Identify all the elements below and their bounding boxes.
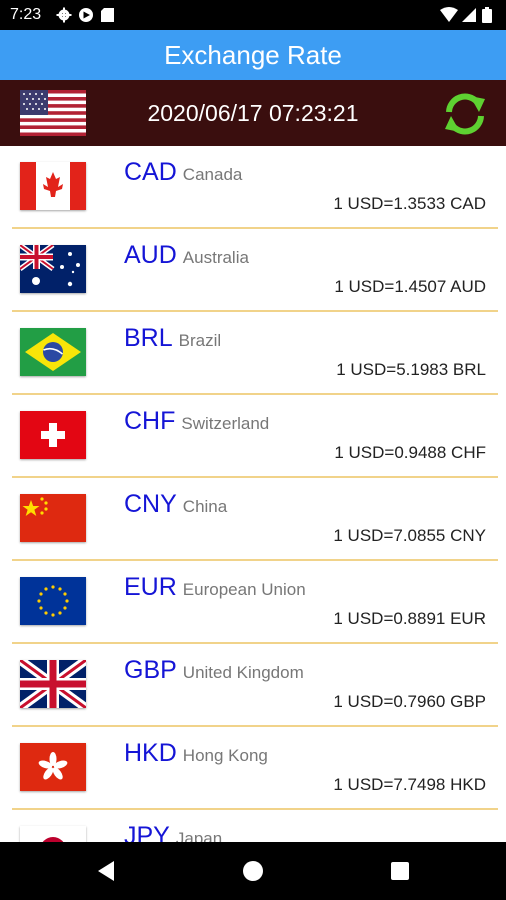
list-item[interactable]: HKD Hong Kong 1 USD=7.7498 HKD: [0, 727, 506, 810]
status-icons-left: [56, 7, 120, 28]
header-bar: 2020/06/17 07:23:21: [0, 80, 506, 146]
home-button[interactable]: [238, 856, 268, 886]
country-name: Australia: [182, 248, 249, 267]
currency-code: CNY China: [124, 490, 227, 519]
currency-code-text: HKD: [124, 739, 177, 767]
country-name: United Kingdom: [182, 663, 304, 682]
status-icons-right: [440, 7, 496, 28]
australia-flag-icon: [20, 245, 86, 293]
currency-code-text: CAD: [124, 158, 177, 186]
back-icon: [98, 861, 114, 881]
currency-code: GBP United Kingdom: [124, 656, 304, 685]
currency-code-text: BRL: [124, 324, 173, 352]
list-item[interactable]: AUD Australia 1 USD=1.4507 AUD: [0, 229, 506, 312]
japan-flag-icon: [20, 826, 86, 842]
app-title: Exchange Rate: [164, 40, 342, 70]
play-icon: [79, 8, 93, 22]
currency-code: CAD Canada: [124, 158, 242, 187]
country-name: Japan: [175, 829, 223, 842]
country-name: Brazil: [178, 331, 222, 350]
refresh-button[interactable]: [441, 90, 489, 138]
battery-icon: [482, 7, 492, 23]
sd-card-icon: [101, 8, 114, 22]
country-name: European Union: [182, 580, 306, 599]
currency-code: EUR European Union: [124, 573, 306, 602]
list-item[interactable]: EUR European Union 1 USD=0.8891 EUR: [0, 561, 506, 644]
currency-code-text: AUD: [124, 241, 177, 269]
exchange-rate: 1 USD=0.8891 EUR: [333, 609, 486, 628]
currency-code-text: JPY: [124, 822, 170, 842]
currency-code-text: EUR: [124, 573, 177, 601]
home-icon: [243, 861, 263, 881]
list-item[interactable]: GBP United Kingdom 1 USD=0.7960 GBP: [0, 644, 506, 727]
exchange-rate: 1 USD=0.7960 GBP: [333, 692, 486, 711]
recents-icon: [391, 862, 409, 880]
switzerland-flag-icon: [20, 411, 86, 459]
country-name: Canada: [182, 165, 243, 184]
list-item[interactable]: CAD Canada 1 USD=1.3533 CAD: [0, 146, 506, 229]
list-item[interactable]: CHF Switzerland 1 USD=0.9488 CHF: [0, 395, 506, 478]
brazil-flag-icon: [20, 328, 86, 376]
update-timestamp: 2020/06/17 07:23:21: [147, 100, 359, 126]
hong-kong-flag-icon: [20, 743, 86, 791]
list-item[interactable]: JPY Japan: [0, 810, 506, 842]
country-name: China: [182, 497, 228, 516]
currency-code: CHF Switzerland: [124, 407, 269, 436]
wifi-icon: [440, 7, 458, 22]
signal-icon: [462, 8, 476, 22]
exchange-rate: 1 USD=1.3533 CAD: [333, 194, 486, 213]
china-flag-icon: [20, 494, 86, 542]
back-button[interactable]: [91, 856, 121, 886]
country-name: Switzerland: [181, 414, 270, 433]
currency-code-text: CNY: [124, 490, 177, 518]
app-bar: Exchange Rate: [0, 30, 506, 80]
currency-code-text: GBP: [124, 656, 177, 684]
exchange-rate: 1 USD=5.1983 BRL: [336, 360, 486, 379]
exchange-rate: 1 USD=1.4507 AUD: [334, 277, 486, 296]
exchange-rate: 1 USD=7.7498 HKD: [333, 775, 486, 794]
status-time: 7:23: [10, 6, 42, 23]
rate-list[interactable]: CAD Canada 1 USD=1.3533 CAD AUD Australia: [0, 146, 506, 842]
canada-flag-icon: [20, 162, 86, 210]
exchange-rate: 1 USD=7.0855 CNY: [333, 526, 486, 545]
refresh-icon: [445, 93, 485, 135]
currency-code: HKD Hong Kong: [124, 739, 268, 768]
currency-code: BRL Brazil: [124, 324, 221, 353]
currency-code: AUD Australia: [124, 241, 249, 270]
status-bar: 7:23: [0, 0, 506, 30]
uk-flag-icon: [20, 660, 86, 708]
nav-bar: [0, 842, 506, 900]
currency-code-text: CHF: [124, 407, 176, 435]
list-item[interactable]: CNY China 1 USD=7.0855 CNY: [0, 478, 506, 561]
currency-code: JPY Japan: [124, 822, 222, 842]
eu-flag-icon: [20, 577, 86, 625]
exchange-rate: 1 USD=0.9488 CHF: [334, 443, 486, 462]
gear-icon: [56, 7, 72, 23]
country-name: Hong Kong: [182, 746, 268, 765]
list-item[interactable]: BRL Brazil 1 USD=5.1983 BRL: [0, 312, 506, 395]
recents-button[interactable]: [385, 856, 415, 886]
